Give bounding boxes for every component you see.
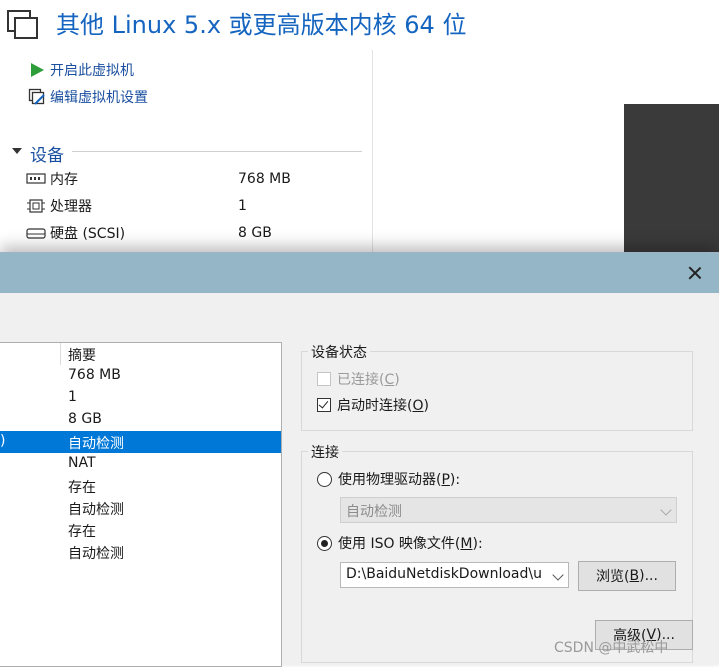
- section-divider: [72, 151, 362, 152]
- cpu-icon: [26, 199, 46, 213]
- device-value: 768 MB: [238, 171, 291, 187]
- connection-title: 连接: [308, 442, 342, 462]
- browse-button[interactable]: 浏览(B)...: [578, 561, 676, 591]
- iso-image-radio[interactable]: 使用 ISO 映像文件(M):: [317, 533, 483, 553]
- checkbox-box: [317, 398, 331, 412]
- chevron-down-icon: [660, 504, 672, 516]
- power-on-vm-label: 开启此虚拟机: [50, 63, 134, 79]
- vm-icon: [7, 10, 38, 39]
- iso-path-value: D:\BaiduNetdiskDownload\unio: [346, 566, 541, 582]
- collapse-triangle-icon: [12, 148, 22, 154]
- devices-section-header[interactable]: 设备: [10, 141, 362, 166]
- hardware-name-fragment: ): [0, 433, 6, 449]
- summary-column-header: 摘要: [68, 348, 96, 364]
- device-label: 处理器: [50, 199, 92, 215]
- dialog-titlebar[interactable]: [0, 253, 719, 293]
- list-item[interactable]: 1: [0, 387, 281, 409]
- checkbox-label: 启动时连接(O): [337, 398, 429, 414]
- edit-vm-settings-label: 编辑虚拟机设置: [50, 90, 148, 106]
- device-row-memory[interactable]: 内存 768 MB: [26, 168, 366, 190]
- select-value: 自动检测: [346, 504, 402, 520]
- edit-vm-settings-link[interactable]: 编辑虚拟机设置: [28, 87, 148, 107]
- device-row-processor[interactable]: 处理器 1: [26, 195, 366, 217]
- list-item[interactable]: 自动检测: [0, 497, 281, 519]
- device-label: 内存: [50, 172, 78, 188]
- close-icon[interactable]: [684, 262, 706, 284]
- hardware-summary: 存在: [68, 480, 96, 496]
- list-item-selected[interactable]: ) 自动检测: [0, 431, 281, 453]
- list-item[interactable]: 768 MB: [0, 365, 281, 387]
- hardware-list-header[interactable]: 摘要: [0, 343, 281, 365]
- checkbox-box: [317, 372, 331, 386]
- hardware-summary: 768 MB: [68, 367, 121, 383]
- device-label: 硬盘 (SCSI): [50, 226, 126, 242]
- device-value: 1: [238, 198, 247, 214]
- edit-settings-icon: [28, 88, 46, 106]
- hardware-summary: 1: [68, 389, 77, 405]
- radio-label: 使用 ISO 映像文件(M):: [338, 536, 483, 552]
- hardware-summary: 8 GB: [68, 411, 102, 427]
- list-item[interactable]: 存在: [0, 519, 281, 541]
- device-row-harddisk[interactable]: 硬盘 (SCSI) 8 GB: [26, 222, 366, 244]
- iso-path-combobox[interactable]: D:\BaiduNetdiskDownload\unio: [340, 562, 569, 588]
- watermark: CSDN @中武松中: [554, 640, 669, 656]
- harddisk-icon: [26, 226, 46, 240]
- connect-at-power-on-checkbox[interactable]: 启动时连接(O): [317, 395, 429, 415]
- hardware-list[interactable]: 摘要 768 MB 1 8 GB ) 自动检测 NAT 存在 自动检测 存在 自…: [0, 342, 282, 667]
- chevron-down-icon: [552, 569, 564, 581]
- device-status-title: 设备状态: [308, 342, 370, 362]
- devices-header-label: 设备: [30, 146, 64, 166]
- column-divider[interactable]: [60, 343, 61, 365]
- checkbox-label: 已连接(C): [337, 372, 400, 388]
- radio-circle: [317, 471, 332, 487]
- checkmark-icon: [318, 398, 329, 409]
- vm-summary-panel: 其他 Linux 5.x 或更高版本内核 64 位 开启此虚拟机 编辑虚拟机设置…: [0, 0, 719, 260]
- vm-screen-thumbnail[interactable]: [624, 104, 719, 260]
- hardware-summary: 自动检测: [68, 436, 124, 452]
- hardware-summary: 自动检测: [68, 546, 124, 562]
- radio-label: 使用物理驱动器(P):: [338, 472, 461, 488]
- power-on-vm-link[interactable]: 开启此虚拟机: [28, 60, 134, 80]
- vm-settings-dialog: 摘要 768 MB 1 8 GB ) 自动检测 NAT 存在 自动检测 存在 自…: [0, 252, 719, 667]
- list-item[interactable]: 存在: [0, 475, 281, 497]
- dialog-body: 摘要 768 MB 1 8 GB ) 自动检测 NAT 存在 自动检测 存在 自…: [0, 293, 719, 667]
- hardware-summary: NAT: [68, 455, 96, 471]
- list-item[interactable]: 8 GB: [0, 409, 281, 431]
- physical-drive-select[interactable]: 自动检测: [340, 497, 677, 523]
- memory-icon: [26, 172, 46, 186]
- hardware-summary: 自动检测: [68, 502, 124, 518]
- physical-drive-radio[interactable]: 使用物理驱动器(P):: [317, 469, 460, 489]
- device-status-group: [301, 351, 693, 431]
- play-icon: [28, 61, 46, 79]
- list-item[interactable]: NAT: [0, 453, 281, 475]
- vm-title: 其他 Linux 5.x 或更高版本内核 64 位: [56, 11, 467, 39]
- connected-checkbox[interactable]: 已连接(C): [317, 369, 400, 389]
- hardware-summary: 存在: [68, 524, 96, 540]
- list-item[interactable]: 自动检测: [0, 541, 281, 563]
- radio-circle: [317, 535, 332, 551]
- device-value: 8 GB: [238, 225, 272, 241]
